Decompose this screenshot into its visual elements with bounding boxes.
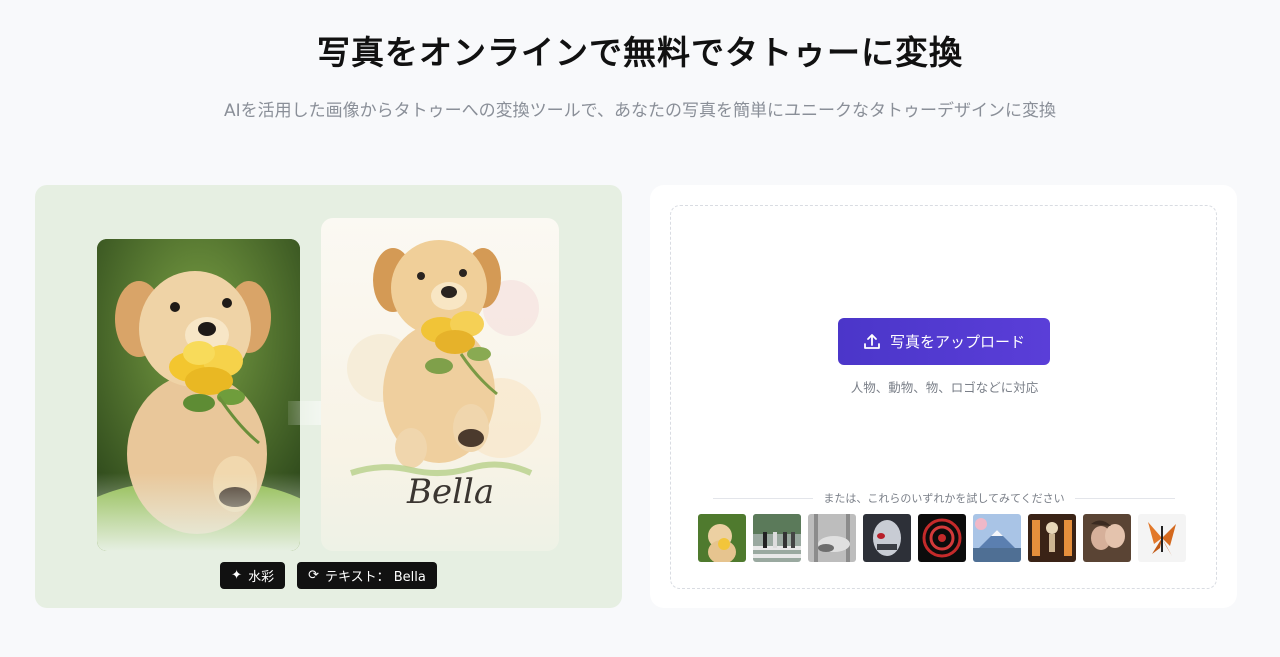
sample-skeleton[interactable] [1028, 514, 1076, 562]
tag-label: テキスト： Bella [324, 570, 426, 585]
watercolor-puppy-illustration: Bella [347, 240, 541, 512]
try-samples-text: または、これらのいずれかを試してみてください [823, 492, 1065, 505]
upload-icon [864, 333, 880, 349]
upload-photo-button[interactable]: 写真をアップロード [838, 318, 1050, 365]
tag-text: ⟳ テキスト： Bella [297, 562, 437, 589]
sample-couple[interactable] [1083, 514, 1131, 562]
text-cycle-icon: ⟳ [308, 568, 319, 583]
tattoo-name-text: Bella [406, 472, 494, 512]
original-photo [97, 239, 300, 551]
tag-label: 水彩 [248, 570, 275, 585]
sample-images [698, 514, 1186, 562]
tattoo-result: Bella [321, 218, 559, 551]
sample-butterfly[interactable] [1138, 514, 1186, 562]
sample-crosswalk[interactable] [753, 514, 801, 562]
preview-panel: Bella ✦ 水彩 ⟳ テキスト： Bella [35, 185, 622, 608]
sample-mandala[interactable] [918, 514, 966, 562]
sample-mountain[interactable] [973, 514, 1021, 562]
page-title: 写真をオンラインで無料でタトゥーに変換 [317, 33, 963, 72]
upload-hint: 人物、動物、物、ロゴなどに対応 [850, 380, 1039, 395]
try-samples-divider: または、これらのいずれかを試してみてください [713, 490, 1175, 506]
tag-watercolor: ✦ 水彩 [220, 562, 286, 589]
page-subtitle: AIを活用した画像からタトゥーへの変換ツールで、あなたの写真を簡単にユニークなタ… [224, 101, 1056, 121]
sparkle-icon: ✦ [231, 568, 243, 583]
divider-line [1074, 497, 1175, 499]
puppy-photo-illustration [97, 239, 300, 551]
upload-button-label: 写真をアップロード [889, 333, 1025, 351]
dropzone[interactable]: 写真をアップロード 人物、動物、物、ロゴなどに対応 または、これらのいずれかを試… [670, 205, 1217, 589]
divider-line [713, 497, 814, 499]
sample-puppy[interactable] [698, 514, 746, 562]
style-tags: ✦ 水彩 ⟳ テキスト： Bella [35, 562, 622, 589]
sample-statue[interactable] [808, 514, 856, 562]
upload-panel: 写真をアップロード 人物、動物、物、ロゴなどに対応 または、これらのいずれかを試… [650, 185, 1237, 608]
sample-mask[interactable] [863, 514, 911, 562]
